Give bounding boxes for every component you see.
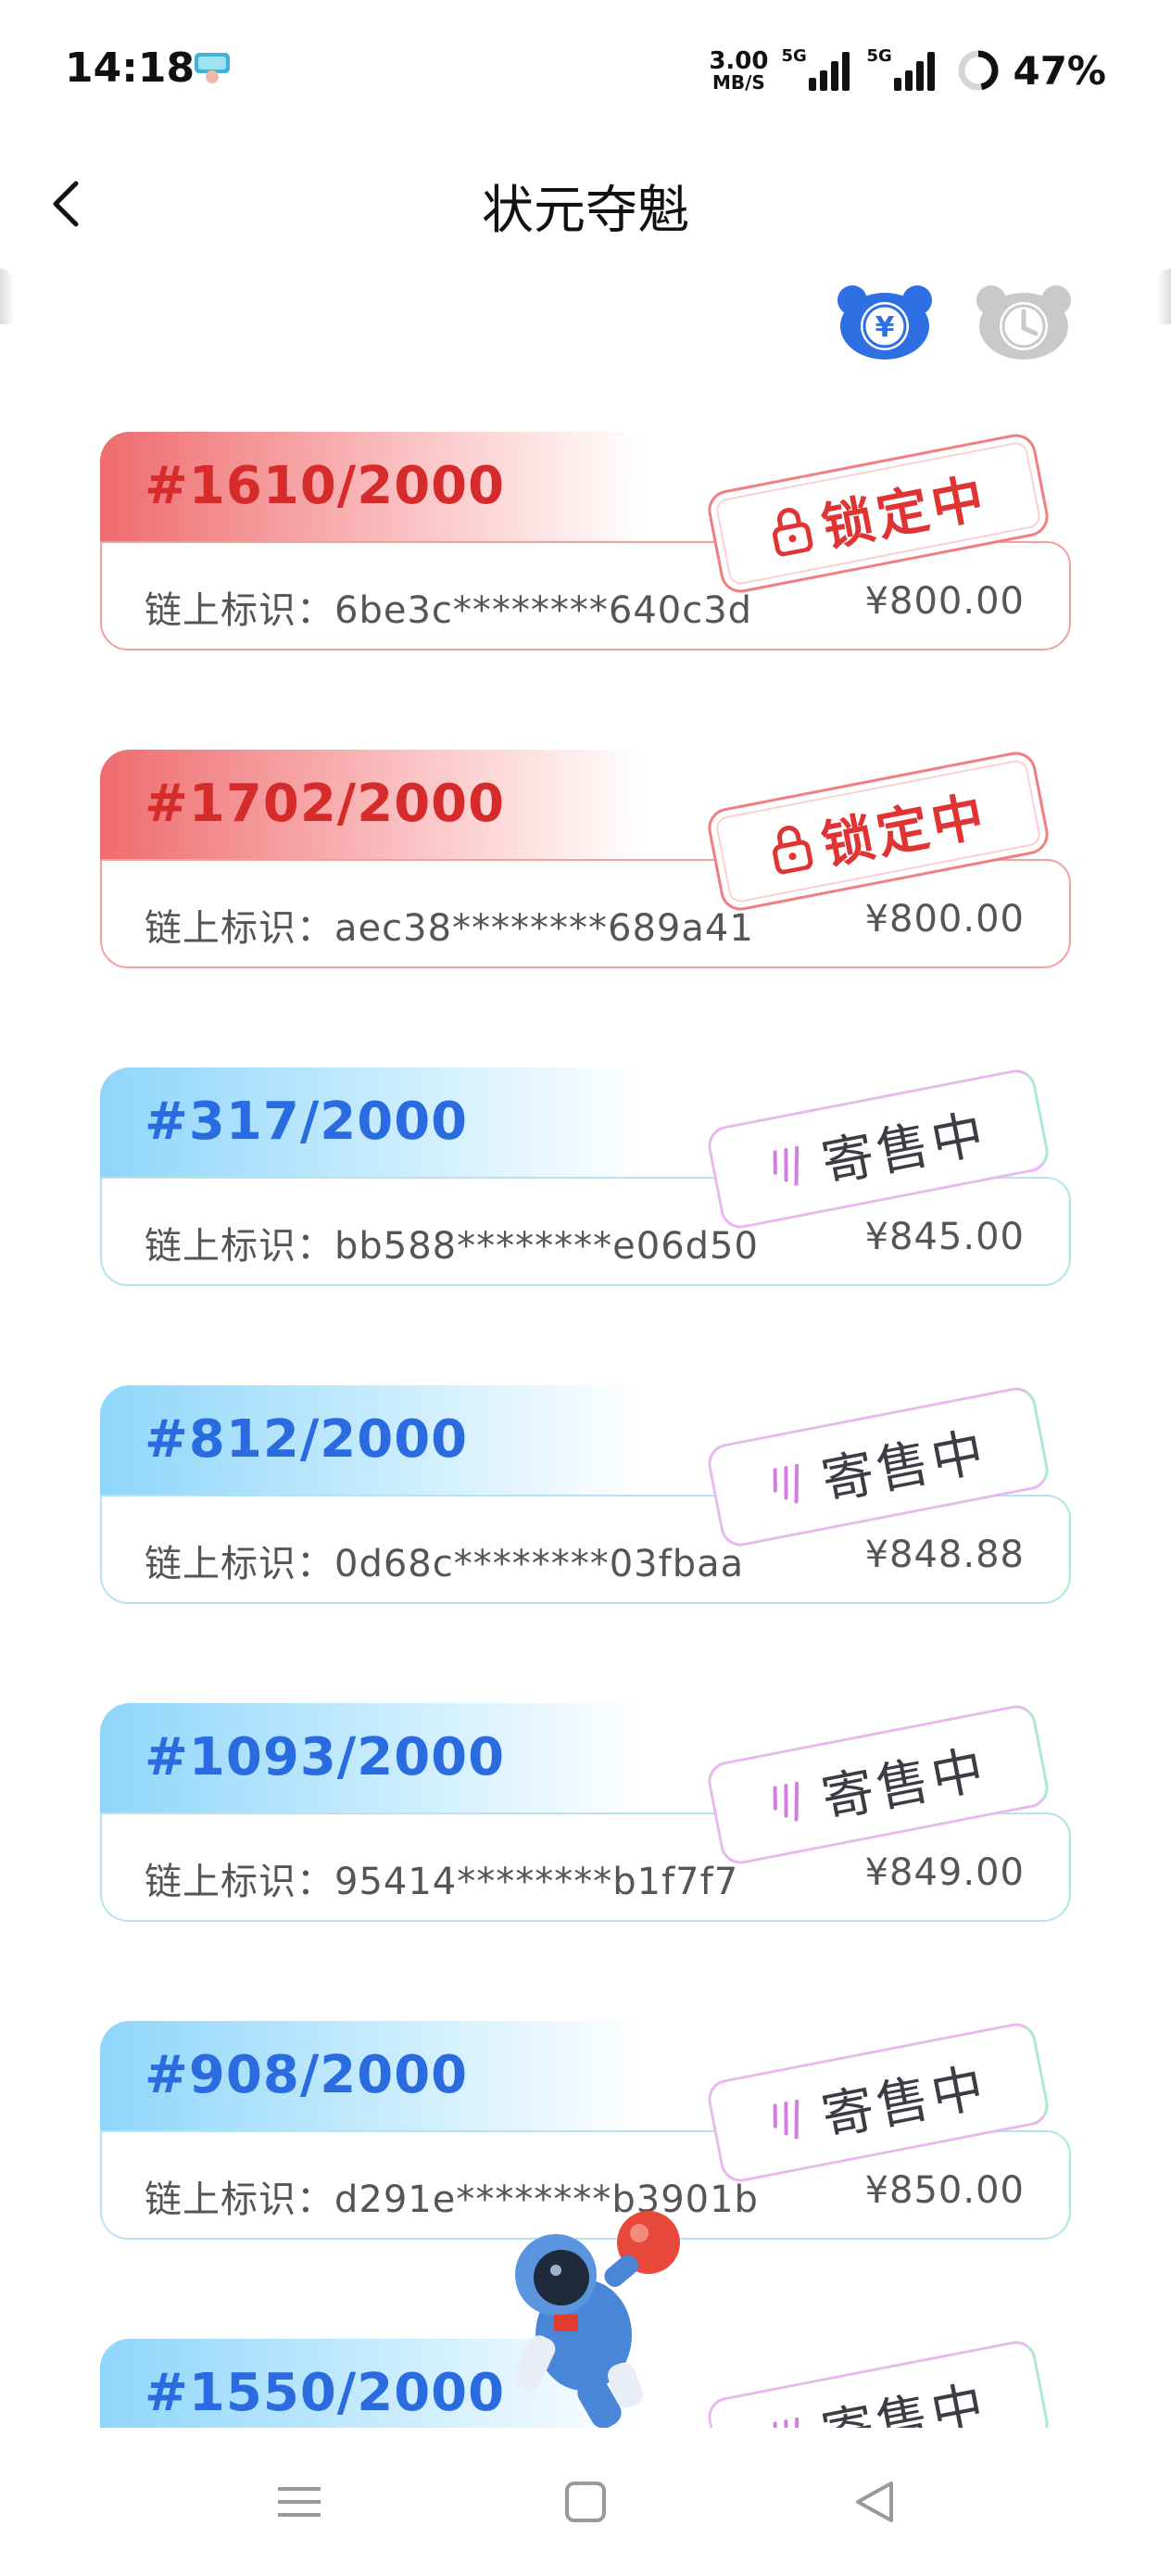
battery-ring-icon [958,50,999,91]
status-text: 寄售中 [816,2374,992,2428]
price: ¥849.00 [864,1851,1025,1894]
status-text: 寄售中 [816,2056,992,2148]
chain-id-line: 链上标识：0d68c********03fbaa [145,1534,744,1587]
edition-number: #1550/2000 [145,2363,506,2423]
chain-id-value: aec38********689a41 [334,907,754,950]
page-title: 状元夺魁 [482,181,689,241]
price: ¥848.88 [864,1534,1025,1576]
listing-card[interactable]: #1093/2000 链上标识：95414********b1f7f7 ¥849… [100,1701,1075,1933]
stripes-icon [773,2099,800,2140]
content-edge-right [1156,269,1171,324]
card-body: 链上标识：0d68c********03fbaa ¥848.88 [100,1495,1071,1604]
net-speed-value: 3.00 [709,47,769,75]
chain-id-label: 链上标识： [145,2178,334,2221]
chain-id-label: 链上标识： [145,1225,334,1268]
content-edge-left [0,269,15,324]
stripes-icon [773,1463,800,1504]
chain-id-line: 链上标识：bb588********e06d50 [145,1216,759,1269]
status-time: 14:18 [65,44,195,92]
price: ¥850.00 [864,2169,1025,2212]
lock-icon [773,826,813,875]
chain-id-label: 链上标识： [145,589,334,632]
chain-id-label: 链上标识： [145,907,334,950]
stripes-icon [773,1781,800,1822]
card-body: 链上标识：aec38********689a41 ¥800.00 [100,859,1071,968]
listing-card[interactable]: #1610/2000 链上标识：6be3c********640c3d ¥800… [100,430,1075,662]
listing-content: ¥ #1610/2000 链上标识：6be3c********640c3d ¥8… [0,269,1171,2428]
status-text: 寄售中 [816,1421,992,1512]
chain-id-label: 链上标识： [145,1861,334,1903]
lock-icon [773,508,813,557]
signal-2-tag: 5G [866,46,892,66]
chain-id-value: bb588********e06d50 [334,1225,759,1268]
status-text: 锁定中 [816,785,992,877]
price: ¥800.00 [864,898,1025,941]
svg-text:¥: ¥ [875,311,895,344]
card-body: 链上标识：6be3c********640c3d ¥800.00 [100,541,1071,650]
listing-card[interactable]: #812/2000 链上标识：0d68c********03fbaa ¥848.… [100,1383,1075,1615]
chain-id-value: 95414********b1f7f7 [334,1861,739,1903]
card-body: 链上标识：95414********b1f7f7 ¥849.00 [100,1812,1071,1922]
chain-id-line: 链上标识：aec38********689a41 [145,898,754,952]
status-icons: 3.00 MB/S 5G 5G 47% [709,44,1106,96]
system-nav-bar [0,2428,1171,2576]
back-triangle-icon[interactable] [843,2474,908,2530]
app-header: 状元夺魁 [0,139,1171,269]
signal-icon-1: 5G [781,46,850,91]
menu-icon[interactable] [267,2474,332,2530]
chain-id-value: 0d68c********03fbaa [334,1543,745,1585]
status-text: 寄售中 [816,1103,992,1194]
listing-card[interactable]: #1702/2000 链上标识：aec38********689a41 ¥800… [100,748,1075,979]
signal-icon-2: 5G [866,46,936,91]
edition-number: #908/2000 [145,2045,469,2105]
edition-number: #1702/2000 [145,774,506,834]
price: ¥845.00 [864,1216,1025,1258]
chain-id-value: 6be3c********640c3d [334,589,753,632]
net-speed: 3.00 MB/S [709,49,768,92]
price: ¥800.00 [864,580,1025,623]
battery-percent: 47% [1013,47,1106,94]
app-notification-icon [195,53,230,83]
card-body: 链上标识：bb588********e06d50 ¥845.00 [100,1177,1071,1286]
chain-id-label: 链上标识： [145,1543,334,1585]
stripes-icon [773,1145,800,1186]
status-text: 寄售中 [816,1738,992,1830]
sort-by-time-icon[interactable] [973,280,1075,361]
stripes-icon [773,2417,800,2428]
edition-number: #812/2000 [145,1409,469,1470]
signal-1-tag: 5G [781,46,807,66]
home-square-icon[interactable] [553,2474,618,2530]
status-bar: 14:18 3.00 MB/S 5G 5G 47% [0,0,1171,139]
astronaut-icon[interactable] [472,2196,695,2428]
edition-number: #1093/2000 [145,1727,506,1787]
chain-id-line: 链上标识：6be3c********640c3d [145,580,752,634]
sort-by-price-icon[interactable]: ¥ [834,280,936,361]
edition-number: #317/2000 [145,1092,469,1152]
net-speed-unit: MB/S [711,71,765,94]
listing-card[interactable]: #317/2000 链上标识：bb588********e06d50 ¥845.… [100,1066,1075,1297]
chain-id-line: 链上标识：95414********b1f7f7 [145,1851,738,1905]
edition-number: #1610/2000 [145,456,506,516]
status-text: 锁定中 [816,467,992,559]
